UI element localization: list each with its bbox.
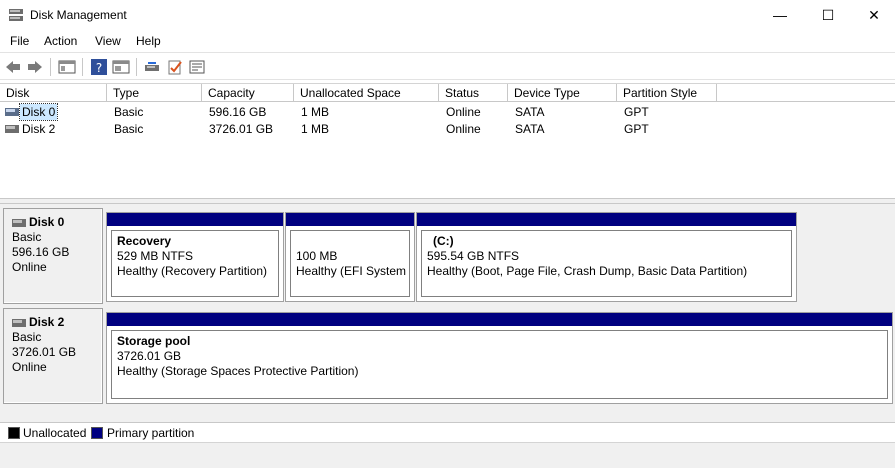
disk-2-label[interactable]: Disk 2 Basic 3726.01 GB Online bbox=[3, 308, 103, 404]
title-bar: Disk Management — ☐ ✕ bbox=[0, 0, 895, 30]
legend-label-unallocated: Unallocated bbox=[23, 426, 87, 440]
disk-type: Basic bbox=[12, 230, 42, 244]
cell-disk[interactable]: Disk 2 bbox=[22, 121, 55, 137]
maximize-button[interactable]: ☐ bbox=[805, 0, 851, 30]
primary-partition-bar bbox=[107, 313, 892, 326]
disk-name: Disk 2 bbox=[29, 315, 65, 329]
disk-type: Basic bbox=[12, 330, 42, 344]
menu-view[interactable]: View bbox=[95, 34, 121, 48]
cell-partition-style: GPT bbox=[624, 105, 649, 119]
menu-action[interactable]: Action bbox=[44, 34, 77, 48]
menu-bar: File Action View Help bbox=[0, 30, 895, 52]
column-header-device-type[interactable]: Device Type bbox=[508, 84, 617, 102]
cell-unallocated: 1 MB bbox=[301, 122, 330, 136]
column-header-disk[interactable]: Disk bbox=[0, 84, 107, 102]
window-title: Disk Management bbox=[30, 8, 127, 22]
partition-details: (C:) 595.54 GB NTFS Healthy (Boot, Page … bbox=[421, 230, 792, 297]
cell-capacity: 596.16 GB bbox=[209, 105, 267, 119]
legend-swatch-primary-partition bbox=[91, 427, 103, 439]
disk-icon bbox=[12, 218, 26, 227]
column-header-filler bbox=[717, 84, 895, 102]
disk-size: 3726.01 GB bbox=[12, 345, 77, 359]
properties-icon[interactable] bbox=[112, 58, 130, 76]
status-bar bbox=[0, 442, 895, 468]
partition-efi-system[interactable]: 100 MB Healthy (EFI System Partition) bbox=[285, 212, 415, 302]
back-icon[interactable] bbox=[4, 58, 22, 76]
partition-storage-pool[interactable]: Storage pool 3726.01 GB Healthy (Storage… bbox=[106, 312, 893, 404]
menu-file[interactable]: File bbox=[10, 34, 29, 48]
toolbar: ? bbox=[0, 52, 895, 80]
help-icon[interactable]: ? bbox=[90, 58, 108, 76]
primary-partition-bar bbox=[417, 213, 796, 226]
legend: Unallocated Primary partition bbox=[0, 422, 895, 442]
close-button[interactable]: ✕ bbox=[851, 0, 895, 30]
settings-icon[interactable] bbox=[188, 58, 206, 76]
cell-partition-style: GPT bbox=[624, 122, 649, 136]
partition-size: 100 MB bbox=[296, 249, 338, 263]
cell-status: Online bbox=[446, 122, 481, 136]
partition-c-drive[interactable]: (C:) 595.54 GB NTFS Healthy (Boot, Page … bbox=[416, 212, 797, 302]
partition-health: Healthy (Recovery Partition) bbox=[117, 264, 268, 278]
disk-icon bbox=[12, 318, 26, 327]
minimize-button[interactable]: — bbox=[757, 0, 803, 30]
svg-text:?: ? bbox=[96, 61, 102, 75]
legend-swatch-unallocated bbox=[8, 427, 20, 439]
column-header-type[interactable]: Type bbox=[107, 84, 202, 102]
toolbar-separator bbox=[82, 58, 83, 76]
partition-size: 529 MB NTFS bbox=[117, 249, 194, 263]
disk-2-name-line: Disk 2 bbox=[12, 315, 94, 330]
partition-size: 3726.01 GB bbox=[117, 349, 182, 363]
show-hide-console-tree-icon[interactable] bbox=[58, 58, 76, 76]
disk-status: Online bbox=[12, 360, 47, 374]
forward-icon[interactable] bbox=[26, 58, 44, 76]
partition-details: Recovery 529 MB NTFS Healthy (Recovery P… bbox=[111, 230, 279, 297]
cell-device-type: SATA bbox=[515, 105, 545, 119]
disk-0-name-line: Disk 0 bbox=[12, 215, 94, 230]
cell-unallocated: 1 MB bbox=[301, 105, 330, 119]
list-header: Disk Type Capacity Unallocated Space Sta… bbox=[0, 84, 895, 102]
partition-size: 595.54 GB NTFS bbox=[427, 249, 520, 263]
partition-health: Healthy (Boot, Page File, Crash Dump, Ba… bbox=[427, 264, 748, 278]
rescan-disks-icon[interactable] bbox=[143, 58, 161, 76]
column-header-unallocated-space[interactable]: Unallocated Space bbox=[294, 84, 439, 102]
disk-icon bbox=[5, 108, 19, 116]
column-header-status[interactable]: Status bbox=[439, 84, 508, 102]
disk-status: Online bbox=[12, 260, 47, 274]
column-header-capacity[interactable]: Capacity bbox=[202, 84, 294, 102]
menu-help[interactable]: Help bbox=[136, 34, 161, 48]
toolbar-separator bbox=[50, 58, 51, 76]
cell-type: Basic bbox=[114, 105, 144, 119]
primary-partition-bar bbox=[107, 213, 283, 226]
legend-label-primary-partition: Primary partition bbox=[107, 426, 195, 440]
primary-partition-bar bbox=[286, 213, 414, 226]
disk-icon bbox=[5, 125, 19, 133]
partition-name: Recovery bbox=[117, 234, 172, 248]
disk-size: 596.16 GB bbox=[12, 245, 70, 259]
partition-details: Storage pool 3726.01 GB Healthy (Storage… bbox=[111, 330, 888, 399]
partition-name: (C:) bbox=[433, 234, 454, 248]
disk-name: Disk 0 bbox=[29, 215, 65, 229]
toolbar-separator bbox=[136, 58, 137, 76]
disk-0-label[interactable]: Disk 0 Basic 596.16 GB Online bbox=[3, 208, 103, 304]
cell-device-type: SATA bbox=[515, 122, 545, 136]
partition-health: Healthy (Storage Spaces Protective Parti… bbox=[117, 364, 359, 378]
cell-capacity: 3726.01 GB bbox=[209, 122, 274, 136]
partition-recovery[interactable]: Recovery 529 MB NTFS Healthy (Recovery P… bbox=[106, 212, 284, 302]
partition-details: 100 MB Healthy (EFI System Partition) bbox=[290, 230, 410, 297]
disk-list-view[interactable]: Disk Type Capacity Unallocated Space Sta… bbox=[0, 83, 895, 198]
column-header-partition-style[interactable]: Partition Style bbox=[617, 84, 717, 102]
graphical-disk-view: Disk 0 Basic 596.16 GB Online Recovery 5… bbox=[0, 204, 895, 422]
cell-type: Basic bbox=[114, 122, 144, 136]
disk-management-app-icon bbox=[9, 9, 23, 21]
cell-status: Online bbox=[446, 105, 481, 119]
refresh-icon[interactable] bbox=[166, 58, 184, 76]
cell-disk[interactable]: Disk 0 bbox=[18, 103, 59, 121]
partition-name: Storage pool bbox=[117, 334, 191, 348]
partition-health: Healthy (EFI System Partition) bbox=[296, 264, 409, 278]
